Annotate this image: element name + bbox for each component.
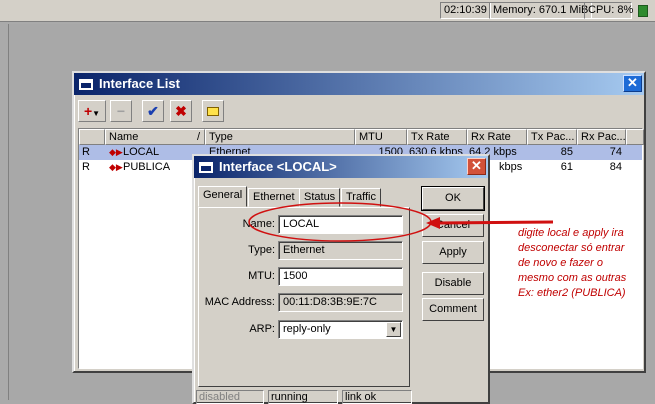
annotation-overlay xyxy=(248,202,554,242)
highlight-ellipse xyxy=(248,202,432,242)
annotation-line: de novo e fazer o xyxy=(518,257,604,269)
annotation-note: digite local e apply ira desconectar só … xyxy=(518,226,655,301)
annotation-line: mesmo com as outras xyxy=(518,272,627,284)
annotation-line: desconectar só entrar xyxy=(518,242,625,254)
annotation-line: Ex: ether2 (PUBLICA) xyxy=(518,287,626,299)
annotation-arrow xyxy=(437,220,554,225)
annotation-line: digite local e apply ira xyxy=(518,227,624,239)
